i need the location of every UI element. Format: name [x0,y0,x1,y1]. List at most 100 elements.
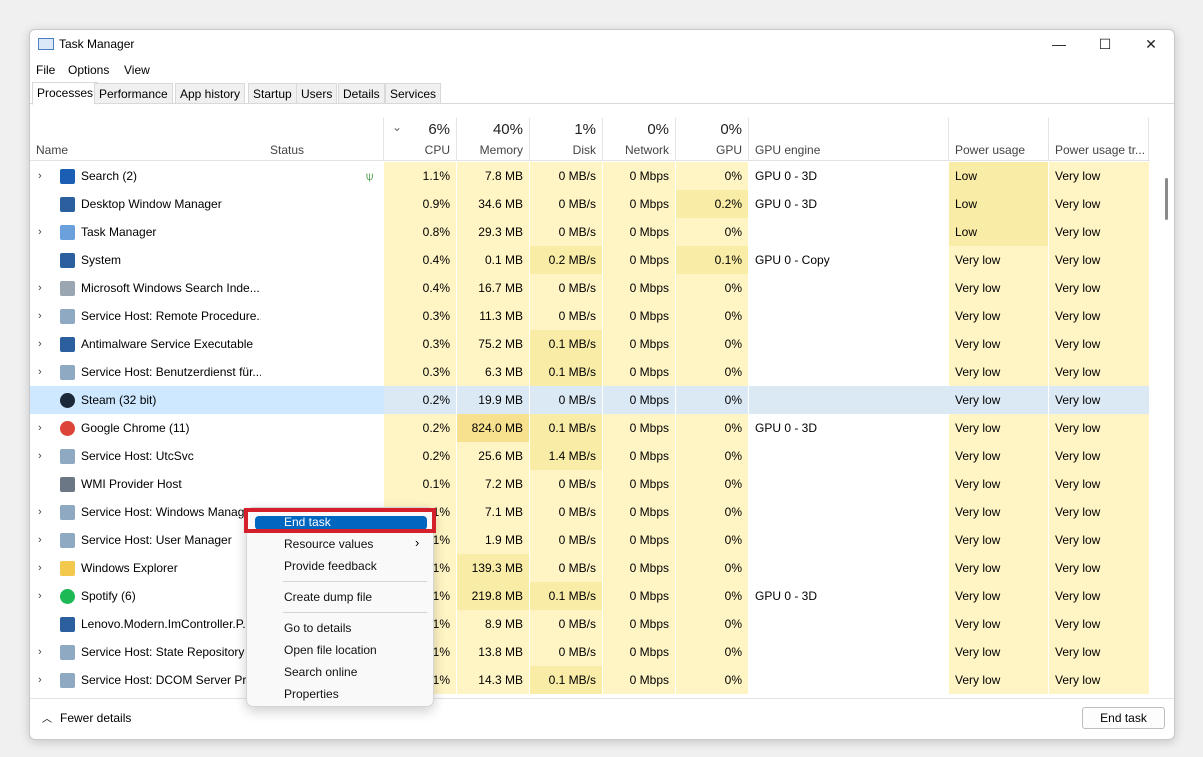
process-row[interactable]: WMI Provider Host 0.1% 7.2 MB 0 MB/s 0 Mbps 0… [30,470,1150,498]
maximize-button[interactable]: ☐ [1082,30,1128,60]
expand-chevron-icon[interactable]: › [38,218,42,246]
column-gpu[interactable]: 0% GPU [676,118,749,161]
column-gpu-engine[interactable]: GPU engine [749,118,949,161]
net-cell: 0 Mbps [603,218,676,246]
process-row[interactable]: › Service Host: Windows Manage... 0.1% 7.1 … [30,498,1150,526]
process-name: Service Host: User Manager [81,533,232,547]
mem-cell: 7.8 MB [457,162,530,190]
process-name: Service Host: Windows Manage... [81,505,261,519]
column-network[interactable]: 0% Network [603,118,676,161]
menu-options[interactable]: Options [68,63,109,77]
expand-chevron-icon[interactable]: › [38,498,42,526]
expand-chevron-icon[interactable]: › [38,638,42,666]
column-total: 1% [574,121,596,138]
expand-chevron-icon[interactable]: › [38,666,42,694]
menu-item-go-to-details[interactable]: Go to details [284,621,351,635]
scrollbar[interactable] [1165,178,1168,220]
menu-item-create-dump-file[interactable]: Create dump file [284,590,372,604]
column-name[interactable]: Name [30,118,264,161]
tab-startup[interactable]: Startup [248,83,297,104]
process-row[interactable]: Desktop Window Manager 0.9% 34.6 MB 0 MB/s 0… [30,190,1150,218]
tab-app-history[interactable]: App history [175,83,246,104]
process-name: Service Host: Remote Procedure... [81,309,261,323]
column-disk[interactable]: 1% Disk [530,118,603,161]
power-usage-cell: Very low [949,554,1049,582]
disk-cell: 0.1 MB/s [530,666,603,694]
process-row[interactable]: › Service Host: User Manager 0.1% 1.9 MB 0 M… [30,526,1150,554]
power-usage-cell: Very low [949,442,1049,470]
wmi-icon [60,477,75,492]
net-cell: 0 Mbps [603,330,676,358]
close-button[interactable]: ✕ [1128,30,1174,60]
process-row[interactable]: › Search (2) ⍦ 1.1% 7.8 MB 0 MB/s 0 Mbps 0% GPU … [30,162,1150,190]
column-memory[interactable]: 40% Memory [457,118,530,161]
column-label: CPU [424,143,450,157]
menu-item-open-file-location[interactable]: Open file location [284,643,377,657]
column-cpu[interactable]: 6% ⌄ CPU [384,118,457,161]
column-power-usage[interactable]: Power usage [949,118,1049,161]
gpu-engine-cell [749,610,949,638]
column-status[interactable]: Status [264,118,384,161]
gear-icon [60,673,75,688]
cpu-cell: 0.2% [384,442,457,470]
process-row[interactable]: › Service Host: Benutzerdienst für... 0.3%… [30,358,1150,386]
process-row[interactable]: › Antimalware Service Executable 0.3% 75.2 … [30,330,1150,358]
disk-cell: 0.1 MB/s [530,330,603,358]
chevron-up-icon: ︿ [42,714,52,725]
power-trend-cell: Very low [1049,302,1149,330]
process-row[interactable]: › Service Host: UtcSvc 0.2% 25.6 MB 1.4 MB/s… [30,442,1150,470]
expand-chevron-icon[interactable]: › [38,274,42,302]
menu-item-search-online[interactable]: Search online [284,665,357,679]
expand-chevron-icon[interactable]: › [38,162,42,190]
minimize-button[interactable]: — [1036,30,1082,60]
fewer-details-button[interactable]: ︿ Fewer details [42,710,131,725]
name-cell: › Service Host: UtcSvc [30,442,384,470]
menu-item-properties[interactable]: Properties [284,687,339,701]
mem-cell: 75.2 MB [457,330,530,358]
menu-item-resource-values[interactable]: Resource values [284,537,373,551]
expand-chevron-icon[interactable]: › [38,526,42,554]
process-row[interactable]: › Service Host: DCOM Server Proc... 0.1% 14… [30,666,1150,694]
process-row[interactable]: › Windows Explorer 0.1% 139.3 MB 0 MB/s 0 Mbp… [30,554,1150,582]
cpu-cell: 0.3% [384,330,457,358]
menu-separator [283,581,427,582]
expand-chevron-icon[interactable]: › [38,554,42,582]
process-row[interactable]: › Service Host: State Repository S... 0.1%… [30,638,1150,666]
process-list: › Search (2) ⍦ 1.1% 7.8 MB 0 MB/s 0 Mbps 0% GPU … [30,162,1150,694]
process-row[interactable]: › Task Manager 0.8% 29.3 MB 0 MB/s 0 Mbps 0% Lo… [30,218,1150,246]
power-usage-cell: Very low [949,414,1049,442]
name-cell: › Service Host: Benutzerdienst für... [30,358,384,386]
tab-details[interactable]: Details [338,83,385,104]
expand-chevron-icon[interactable]: › [38,330,42,358]
cpu-cell: 0.2% [384,414,457,442]
tab-processes[interactable]: Processes [32,82,99,105]
expand-chevron-icon[interactable]: › [38,302,42,330]
task-manager-window: Task Manager — ☐ ✕ File Options View Pro… [29,29,1175,740]
column-power-usage-tr-[interactable]: Power usage tr... [1049,118,1149,161]
end-task-button[interactable]: End task [1082,707,1165,729]
menu-separator [283,612,427,613]
process-row[interactable]: › Google Chrome (11) 0.2% 824.0 MB 0.1 MB/s 0… [30,414,1150,442]
process-row[interactable]: Steam (32 bit) 0.2% 19.9 MB 0 MB/s 0 Mbps 0% V… [30,386,1150,414]
column-total: 0% [720,121,742,138]
tab-users[interactable]: Users [296,83,338,104]
name-cell: › Search (2) ⍦ [30,162,384,190]
window-title: Task Manager [59,37,135,51]
menu-file[interactable]: File [36,63,55,77]
expand-chevron-icon[interactable]: › [38,414,42,442]
process-row[interactable]: › Microsoft Windows Search Inde... 0.4% 16.… [30,274,1150,302]
menu-view[interactable]: View [124,63,150,77]
expand-chevron-icon[interactable]: › [38,442,42,470]
tab-services[interactable]: Services [385,83,442,104]
process-row[interactable]: Lenovo.Modern.ImController.P... 0.1% 8.9 M… [30,610,1150,638]
process-row[interactable]: System 0.4% 0.1 MB 0.2 MB/s 0 Mbps 0.1% GPU 0 … [30,246,1150,274]
expand-chevron-icon[interactable]: › [38,582,42,610]
tab-performance[interactable]: Performance [94,83,173,104]
process-row[interactable]: › Spotify (6) 0.1% 219.8 MB 0.1 MB/s 0 Mbps 0%… [30,582,1150,610]
power-trend-cell: Very low [1049,162,1149,190]
process-row[interactable]: › Service Host: Remote Procedure... 0.3% 11… [30,302,1150,330]
expand-chevron-icon[interactable]: › [38,358,42,386]
mem-cell: 13.8 MB [457,638,530,666]
menu-item-provide-feedback[interactable]: Provide feedback [284,559,377,573]
mem-cell: 0.1 MB [457,246,530,274]
